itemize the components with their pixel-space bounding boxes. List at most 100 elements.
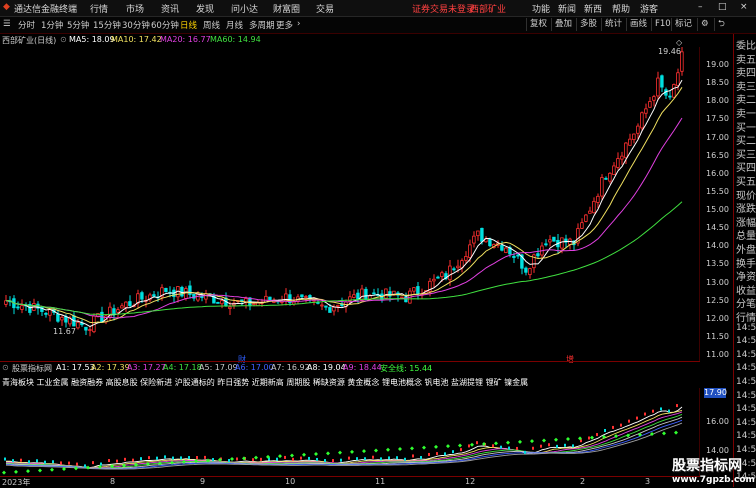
indicator-bar: [524, 450, 526, 454]
ma60-line: [5, 201, 683, 316]
mark-button[interactable]: 标记: [671, 18, 695, 31]
tab-more[interactable]: 更多: [276, 19, 293, 31]
adjust-button[interactable]: 复权: [526, 18, 550, 31]
candle-body: [324, 305, 328, 308]
tab-multi-period[interactable]: 多周期: [249, 19, 275, 31]
indicator-bar: [476, 441, 478, 445]
tab-daily[interactable]: 日线: [180, 19, 197, 31]
more-chevron-icon[interactable]: ›: [297, 19, 300, 29]
settings-dot-icon[interactable]: ⊙: [60, 35, 67, 44]
safety-line-marker: [422, 445, 426, 450]
indicator-bar: [532, 446, 534, 450]
candle-body: [196, 293, 200, 301]
candle-body: [624, 142, 628, 159]
candlestick-chart[interactable]: [0, 47, 700, 361]
indicator-line: [6, 419, 683, 470]
menu-icon[interactable]: ☰: [3, 19, 11, 29]
menu-trade[interactable]: 交易: [316, 2, 334, 15]
indicator-bar: [20, 458, 22, 462]
candle-body: [528, 268, 532, 276]
indicator-bar: [36, 459, 38, 463]
indicator-bar: [364, 457, 366, 461]
candle-body: [352, 294, 356, 298]
tab-5min[interactable]: 5分钟: [67, 19, 89, 31]
candle-body: [640, 112, 644, 129]
menu-guest[interactable]: 游客: [640, 2, 658, 15]
tab-30min[interactable]: 30分钟: [122, 19, 150, 31]
indicator-bar: [284, 455, 286, 459]
overlay-button[interactable]: 叠加: [551, 18, 575, 31]
candle-body: [448, 265, 452, 281]
maximize-button[interactable]: □: [718, 2, 727, 12]
menu-quotes[interactable]: 行情: [90, 2, 108, 15]
price-tick: 14.00: [706, 241, 729, 251]
back-icon[interactable]: ⮌: [714, 18, 728, 31]
price-tick: 11.00: [706, 350, 729, 359]
indicator-bar: [164, 455, 166, 459]
indicator-bar: [668, 409, 670, 413]
tab-1min[interactable]: 1分钟: [41, 19, 63, 31]
candle-body: [680, 51, 684, 72]
candle-body: [64, 316, 68, 323]
menu-ask[interactable]: 问小达: [231, 2, 258, 15]
candle-body: [648, 101, 652, 108]
indicator-bar: [180, 456, 182, 460]
tab-monthly[interactable]: 月线: [226, 19, 243, 31]
multi-stock-button[interactable]: 多股: [576, 18, 600, 31]
date-axis: 2023年 8 9 10 11 12 2 3: [0, 476, 700, 488]
indicator-bar: [308, 456, 310, 460]
price-tick: 17.00: [706, 132, 729, 142]
menu-help[interactable]: 帮助: [612, 2, 630, 15]
menu-function[interactable]: 功能: [532, 2, 550, 15]
candle-body: [584, 214, 588, 222]
indicator-bar: [492, 444, 494, 448]
candle-body: [164, 287, 168, 293]
menu-news[interactable]: 资讯: [161, 2, 179, 15]
month-label: 11: [375, 477, 386, 486]
menu-wealth[interactable]: 财富圈: [273, 2, 300, 15]
candle-body: [128, 301, 132, 306]
statistics-button[interactable]: 统计: [601, 18, 625, 31]
indicator-bar: [228, 459, 230, 463]
indicator-bar: [236, 457, 238, 461]
candle-body: [676, 72, 680, 86]
sub-legend: ⊙ 股票指标网 A1: 17.53 A2: 17.39 A3: 17.27 A4…: [0, 363, 720, 375]
indicator-bar: [628, 419, 630, 423]
login-notice[interactable]: 证券交易未登录: [412, 2, 475, 15]
gear-icon[interactable]: ⚙: [697, 18, 712, 31]
candle-body: [544, 243, 548, 246]
menu-new[interactable]: 新西: [584, 2, 602, 15]
quote-panel-label: 14:5: [736, 445, 756, 455]
diamond-icon: ◇: [676, 38, 683, 47]
safety-line-marker: [458, 443, 462, 448]
candle-body: [608, 172, 612, 182]
quote-panel-label: 14:5: [736, 363, 756, 374]
menu-discover[interactable]: 发现: [196, 2, 214, 15]
safety-line-marker: [254, 455, 258, 460]
candle-body: [468, 244, 472, 258]
tab-weekly[interactable]: 周线: [203, 19, 220, 31]
settings-dot-icon[interactable]: ⊙: [2, 363, 9, 372]
candle-body: [500, 245, 504, 251]
legend-a1: A1: 17.53: [56, 363, 95, 372]
safety-line-marker: [674, 430, 678, 435]
indicator-bar: [348, 456, 350, 460]
minimize-button[interactable]: –: [698, 2, 703, 12]
candle-body: [20, 305, 24, 310]
tab-15min[interactable]: 15分钟: [93, 19, 121, 31]
menu-market[interactable]: 市场: [126, 2, 144, 15]
indicator-bar: [588, 436, 590, 440]
menu-newsfeed[interactable]: 新闻: [558, 2, 576, 15]
close-button[interactable]: ×: [740, 2, 748, 12]
safety-line-marker: [290, 453, 294, 458]
candle-body: [440, 272, 444, 278]
tab-60min[interactable]: 60分钟: [151, 19, 179, 31]
tab-timeshare[interactable]: 分时: [18, 19, 35, 31]
indicator-chart[interactable]: [0, 388, 700, 476]
indicator-bar: [52, 460, 54, 464]
draw-line-button[interactable]: 画线: [626, 18, 650, 31]
indicator-bar: [676, 404, 678, 408]
price-tick: 16.50: [706, 150, 729, 160]
candle-body: [436, 276, 440, 279]
sub-axis-tick: 16.00: [706, 417, 729, 426]
